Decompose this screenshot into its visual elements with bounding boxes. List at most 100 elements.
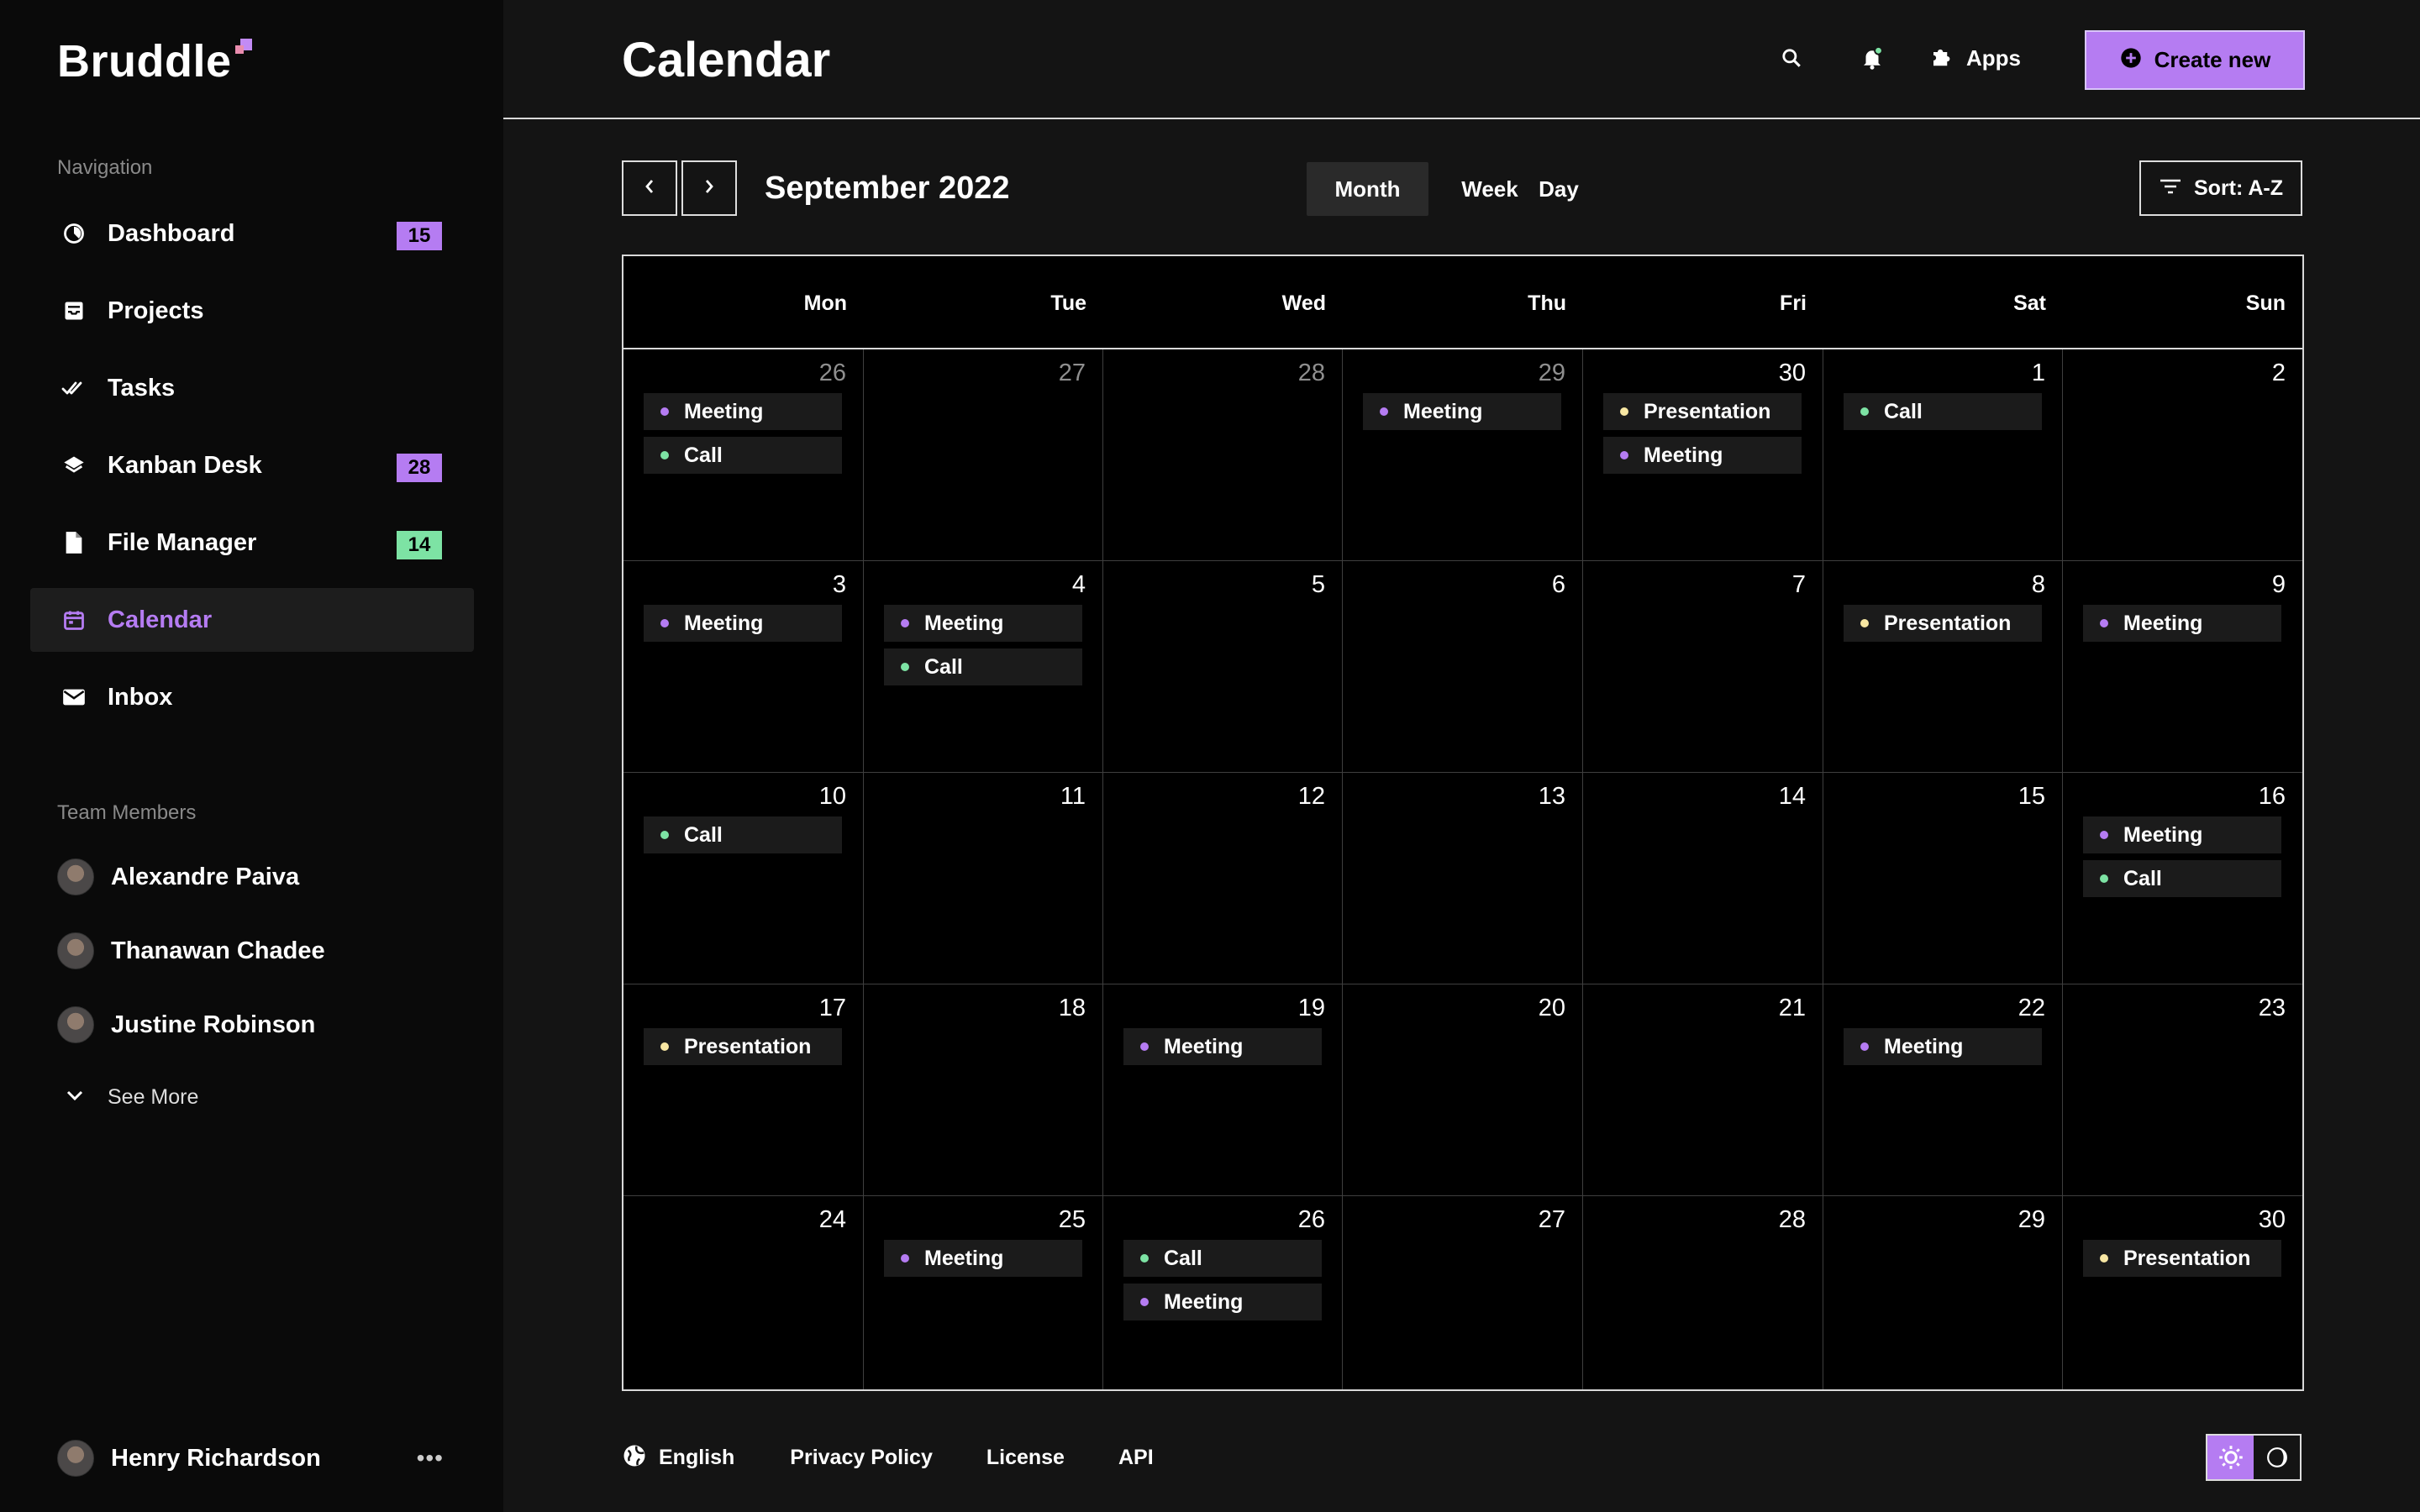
calendar-event-meeting[interactable]: Meeting <box>644 393 842 430</box>
calendar-icon <box>60 606 87 633</box>
team-member-thanawan-chadee[interactable]: Thanawan Chadee <box>57 932 325 969</box>
day-number: 28 <box>1297 360 1325 386</box>
sidebar-item-projects[interactable]: Projects <box>30 279 474 343</box>
calendar-event-call[interactable]: Call <box>884 648 1082 685</box>
calendar-event-meeting[interactable]: Meeting <box>1844 1028 2042 1065</box>
calendar-event-meeting[interactable]: Meeting <box>884 1240 1082 1277</box>
sidebar-item-label: Dashboard <box>108 219 235 247</box>
dark-mode-moon-icon[interactable] <box>2254 1436 2300 1479</box>
language-selector[interactable]: English <box>622 1443 734 1473</box>
calendar-event-call[interactable]: Call <box>1123 1240 1322 1277</box>
calendar-event-meeting[interactable]: Meeting <box>1603 437 1802 474</box>
apps-button[interactable]: Apps <box>1929 44 2021 73</box>
license-link[interactable]: License <box>986 1446 1065 1470</box>
sidebar-item-calendar[interactable]: Calendar <box>30 588 474 652</box>
more-options-icon[interactable]: ••• <box>417 1445 444 1472</box>
sidebar-item-file-manager[interactable]: File Manager 14 <box>30 511 474 575</box>
calendar-day-cell[interactable]: 8 Presentation <box>1823 561 2063 773</box>
calendar-day-cell[interactable]: 17 Presentation <box>623 984 864 1196</box>
sort-button[interactable]: Sort: A-Z <box>2139 160 2302 216</box>
tab-day[interactable]: Day <box>1529 162 1588 216</box>
brand-logo[interactable]: Bruddle <box>57 35 252 87</box>
calendar-day-cell[interactable]: 21 <box>1583 984 1823 1196</box>
api-link[interactable]: API <box>1118 1446 1154 1470</box>
calendar-day-cell[interactable]: 16 Meeting Call <box>2063 773 2302 984</box>
calendar-day-cell[interactable]: 9 Meeting <box>2063 561 2302 773</box>
tab-month[interactable]: Month <box>1307 162 1428 216</box>
previous-month-button[interactable] <box>622 160 677 216</box>
calendar-event-meeting[interactable]: Meeting <box>1363 393 1561 430</box>
sidebar-item-label: Calendar <box>108 606 213 633</box>
chevron-left-icon <box>644 177 655 200</box>
calendar-day-cell[interactable]: 5 <box>1103 561 1343 773</box>
create-new-button[interactable]: Create new <box>2085 30 2305 90</box>
calendar-day-cell[interactable]: 24 <box>623 1196 864 1389</box>
calendar-day-cell[interactable]: 25 Meeting <box>864 1196 1103 1389</box>
calendar-event-presentation[interactable]: Presentation <box>2083 1240 2281 1277</box>
calendar-day-cell[interactable]: 2 <box>2063 349 2302 561</box>
calendar-day-cell[interactable]: 30 Presentation Meeting <box>1583 349 1823 561</box>
tab-week[interactable]: Week <box>1455 162 1524 216</box>
calendar-day-cell[interactable]: 11 <box>864 773 1103 984</box>
calendar-day-cell[interactable]: 27 <box>1343 1196 1583 1389</box>
calendar-day-cell[interactable]: 19 Meeting <box>1103 984 1343 1196</box>
calendar-day-cell[interactable]: 20 <box>1343 984 1583 1196</box>
privacy-policy-link[interactable]: Privacy Policy <box>790 1446 933 1470</box>
sidebar-item-dashboard[interactable]: Dashboard 15 <box>30 202 474 265</box>
calendar-day-cell[interactable]: 3 Meeting <box>623 561 864 773</box>
light-mode-sun-icon[interactable] <box>2207 1436 2254 1479</box>
calendar-day-cell[interactable]: 10 Call <box>623 773 864 984</box>
notification-bell-icon[interactable] <box>1860 45 1885 71</box>
theme-toggle[interactable] <box>2206 1434 2302 1481</box>
calendar-day-cell[interactable]: 1 Call <box>1823 349 2063 561</box>
calendar-day-cell[interactable]: 27 <box>864 349 1103 561</box>
calendar-day-cell[interactable]: 28 <box>1103 349 1343 561</box>
current-user[interactable]: Henry Richardson ••• <box>57 1440 444 1477</box>
calendar-event-meeting[interactable]: Meeting <box>1123 1028 1322 1065</box>
calendar-day-cell[interactable]: 7 <box>1583 561 1823 773</box>
calendar-day-cell[interactable]: 18 <box>864 984 1103 1196</box>
calendar-day-cell[interactable]: 22 Meeting <box>1823 984 2063 1196</box>
calendar-event-meeting[interactable]: Meeting <box>884 605 1082 642</box>
calendar-day-cell[interactable]: 14 <box>1583 773 1823 984</box>
sidebar-item-tasks[interactable]: Tasks <box>30 356 474 420</box>
calendar-event-meeting[interactable]: Meeting <box>2083 605 2281 642</box>
event-label: Meeting <box>1403 399 1483 423</box>
calendar-day-cell[interactable]: 30 Presentation <box>2063 1196 2302 1389</box>
calendar-day-cell[interactable]: 12 <box>1103 773 1343 984</box>
calendar-event-call[interactable]: Call <box>644 816 842 853</box>
event-label: Meeting <box>1164 1034 1244 1058</box>
event-type-dot <box>2100 1254 2108 1263</box>
calendar-event-call[interactable]: Call <box>2083 860 2281 897</box>
team-member-justine-robinson[interactable]: Justine Robinson <box>57 1006 315 1043</box>
calendar-event-call[interactable]: Call <box>1844 393 2042 430</box>
team-member-alexandre-paiva[interactable]: Alexandre Paiva <box>57 858 299 895</box>
sidebar-item-kanban-desk[interactable]: Kanban Desk 28 <box>30 433 474 497</box>
calendar-day-cell[interactable]: 29 <box>1823 1196 2063 1389</box>
next-month-button[interactable] <box>681 160 737 216</box>
see-more-button[interactable]: See More <box>66 1085 198 1110</box>
search-icon[interactable] <box>1779 45 1804 71</box>
calendar-event-meeting[interactable]: Meeting <box>644 605 842 642</box>
calendar-day-cell[interactable]: 4 Meeting Call <box>864 561 1103 773</box>
weekday-label: Thu <box>1528 291 1566 315</box>
weekday-label: Mon <box>803 291 847 315</box>
event-type-dot <box>1860 407 1869 416</box>
calendar-event-call[interactable]: Call <box>644 437 842 474</box>
calendar-event-meeting[interactable]: Meeting <box>1123 1284 1322 1320</box>
calendar-event-presentation[interactable]: Presentation <box>1603 393 1802 430</box>
calendar-day-cell[interactable]: 23 <box>2063 984 2302 1196</box>
calendar-day-cell[interactable]: 6 <box>1343 561 1583 773</box>
globe-icon <box>622 1443 647 1473</box>
calendar-event-presentation[interactable]: Presentation <box>1844 605 2042 642</box>
calendar-day-cell[interactable]: 15 <box>1823 773 2063 984</box>
calendar-day-cell[interactable]: 26 Meeting Call <box>623 349 864 561</box>
sidebar-item-inbox[interactable]: Inbox <box>30 665 474 729</box>
calendar-day-cell[interactable]: 29 Meeting <box>1343 349 1583 561</box>
event-type-dot <box>2100 831 2108 839</box>
calendar-event-meeting[interactable]: Meeting <box>2083 816 2281 853</box>
calendar-day-cell[interactable]: 26 Call Meeting <box>1103 1196 1343 1389</box>
calendar-event-presentation[interactable]: Presentation <box>644 1028 842 1065</box>
calendar-day-cell[interactable]: 28 <box>1583 1196 1823 1389</box>
calendar-day-cell[interactable]: 13 <box>1343 773 1583 984</box>
